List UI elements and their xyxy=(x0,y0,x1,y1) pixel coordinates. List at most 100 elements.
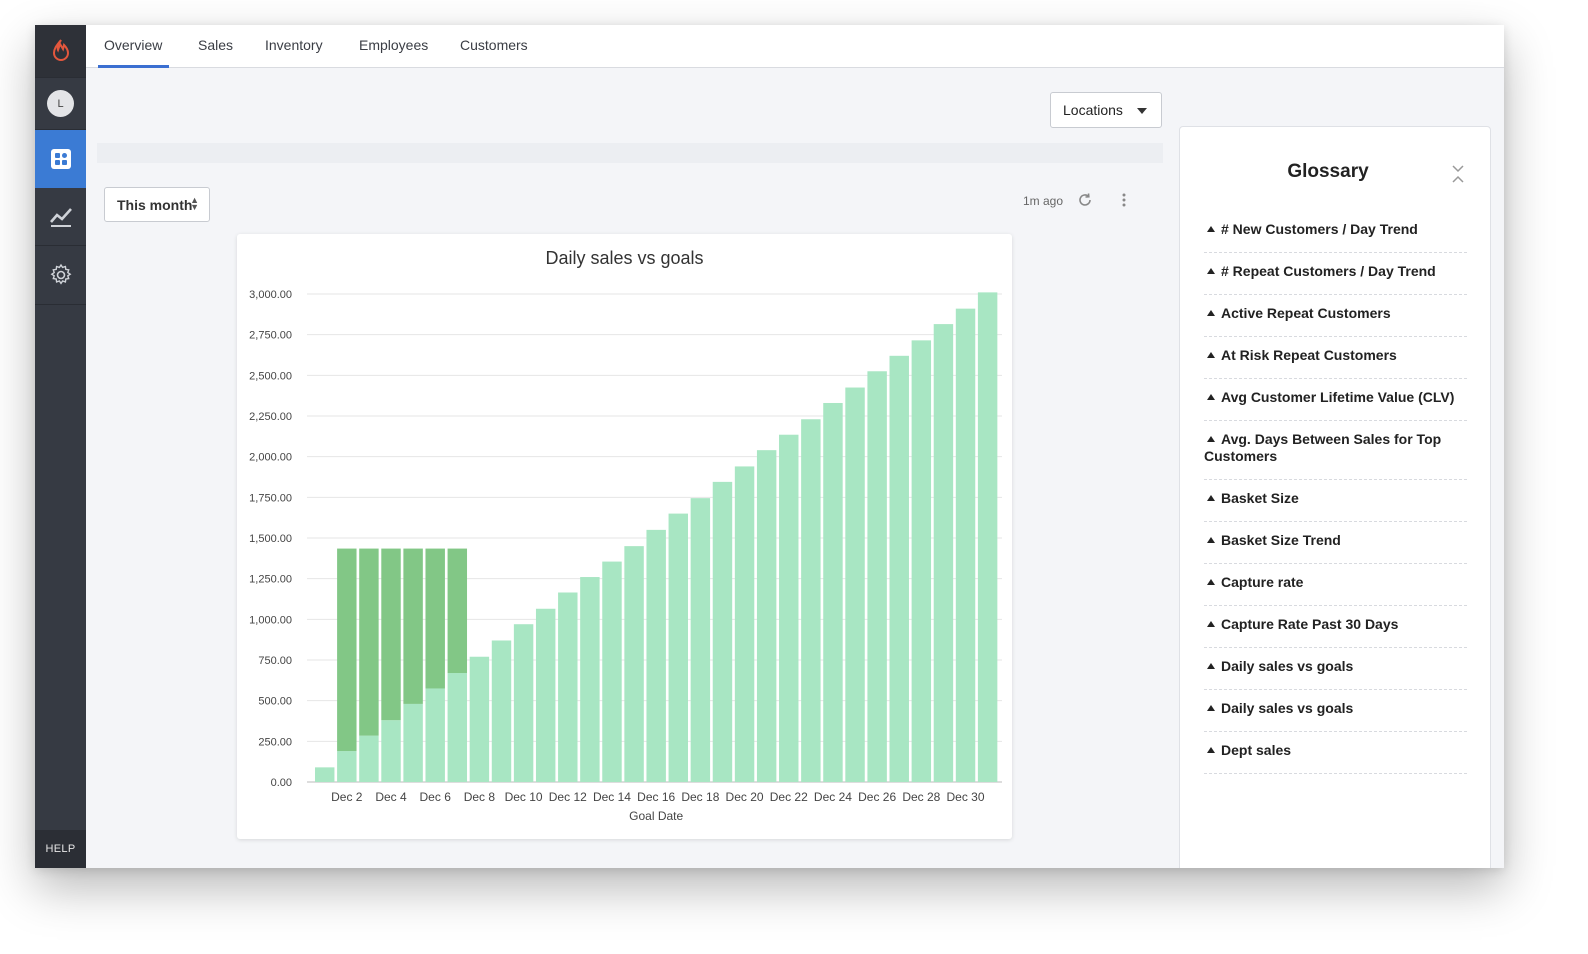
glossary-item[interactable]: # Repeat Customers / Day Trend xyxy=(1204,253,1467,295)
glossary-item[interactable]: Daily sales vs goals xyxy=(1204,648,1467,690)
glossary-item-label: At Risk Repeat Customers xyxy=(1221,347,1397,363)
x-axis-title: Goal Date xyxy=(629,809,683,823)
refresh-icon[interactable] xyxy=(1076,191,1094,209)
bar-actual xyxy=(381,720,401,782)
x-tick-label: Dec 12 xyxy=(549,790,587,804)
glossary-item[interactable]: Daily sales vs goals xyxy=(1204,690,1467,732)
y-tick-label: 500.00 xyxy=(258,696,292,708)
bar-goal-remaining xyxy=(425,548,445,689)
expand-arrow-icon xyxy=(1207,579,1215,586)
bar-actual xyxy=(977,292,998,782)
y-tick-label: 2,250.00 xyxy=(249,411,292,423)
glossary-item[interactable]: Active Repeat Customers xyxy=(1204,295,1467,337)
y-tick-label: 1,500.00 xyxy=(249,533,292,545)
bar-actual xyxy=(624,546,644,782)
sidebar-item-settings[interactable] xyxy=(35,246,86,305)
bar-actual xyxy=(867,371,887,782)
bar-actual xyxy=(801,419,821,782)
y-tick-label: 3,000.00 xyxy=(249,289,292,301)
bar-goal-remaining xyxy=(337,548,357,752)
bar-actual xyxy=(425,688,445,782)
glossary-item[interactable]: Avg Customer Lifetime Value (CLV) xyxy=(1204,379,1467,421)
locations-label: Locations xyxy=(1063,102,1123,118)
x-tick-label: Dec 30 xyxy=(947,790,985,804)
bar-actual xyxy=(315,767,335,782)
bar-actual xyxy=(403,703,423,782)
glossary-item[interactable]: Dept sales xyxy=(1204,732,1467,774)
glossary-item[interactable]: At Risk Repeat Customers xyxy=(1204,337,1467,379)
tab-inventory[interactable]: Inventory xyxy=(265,25,323,68)
bar-actual xyxy=(712,481,733,782)
glossary-item[interactable]: Capture rate xyxy=(1204,564,1467,606)
x-tick-label: Dec 24 xyxy=(814,790,852,804)
tab-overview[interactable]: Overview xyxy=(98,25,169,68)
chart-card: Daily sales vs goals 0.00 250.00 500.00 750… xyxy=(237,234,1012,839)
y-tick-label: 1,250.00 xyxy=(249,574,292,586)
glossary-item[interactable]: Basket Size xyxy=(1204,480,1467,522)
x-tick-label: Dec 10 xyxy=(505,790,543,804)
avatar: L xyxy=(47,90,74,117)
help-button[interactable]: HELP xyxy=(35,830,86,868)
expand-arrow-icon xyxy=(1207,310,1215,317)
glossary-item[interactable]: # New Customers / Day Trend xyxy=(1204,211,1467,253)
bar-actual xyxy=(823,402,843,782)
tab-employees[interactable]: Employees xyxy=(359,25,428,68)
bar-actual xyxy=(646,529,666,782)
glossary-title: Glossary xyxy=(1287,161,1369,182)
expand-arrow-icon xyxy=(1207,705,1215,712)
gear-icon xyxy=(50,263,71,285)
x-tick-label: Dec 22 xyxy=(770,790,808,804)
bar-goal-remaining xyxy=(403,548,423,704)
x-tick-label: Dec 28 xyxy=(902,790,940,804)
x-tick-label: Dec 2 xyxy=(331,790,363,804)
glossary-item-label: # Repeat Customers / Day Trend xyxy=(1221,263,1436,279)
glossary-item-label: Capture rate xyxy=(1221,574,1304,590)
expand-arrow-icon xyxy=(1207,537,1215,544)
bar-actual xyxy=(513,624,534,782)
brand-logo[interactable] xyxy=(35,25,86,78)
y-tick-label: 2,000.00 xyxy=(249,452,292,464)
sidebar: L HELP xyxy=(35,25,86,868)
glossary-item[interactable]: Capture Rate Past 30 Days xyxy=(1204,606,1467,648)
period-select[interactable]: This month ▲ ▼ xyxy=(104,187,210,222)
x-tick-label: Dec 14 xyxy=(593,790,631,804)
locations-dropdown[interactable]: Locations xyxy=(1050,92,1162,128)
bar-actual xyxy=(889,355,909,782)
bar-actual xyxy=(734,466,755,782)
glossary-item[interactable]: Basket Size Trend xyxy=(1204,522,1467,564)
sidebar-item-dashboard[interactable] xyxy=(35,130,86,188)
trend-chart-icon xyxy=(49,207,72,227)
top-navigation: Overview Sales Inventory Employees Custo… xyxy=(86,25,1504,68)
bar-actual xyxy=(558,592,578,782)
collapse-icon[interactable] xyxy=(1450,163,1466,185)
glossary-item[interactable]: Avg. Days Between Sales for Top Customer… xyxy=(1204,421,1467,480)
flame-icon xyxy=(52,39,69,61)
expand-arrow-icon xyxy=(1207,268,1215,275)
x-tick-label: Dec 18 xyxy=(681,790,719,804)
glossary-item-label: Basket Size Trend xyxy=(1221,532,1341,548)
glossary-item-label: Avg. Days Between Sales for Top Customer… xyxy=(1204,431,1442,464)
expand-arrow-icon xyxy=(1207,226,1215,233)
bar-actual xyxy=(668,513,688,782)
expand-arrow-icon xyxy=(1207,495,1215,502)
user-avatar-button[interactable]: L xyxy=(35,78,86,130)
sidebar-item-analytics[interactable] xyxy=(35,188,86,246)
glossary-item-label: Avg Customer Lifetime Value (CLV) xyxy=(1221,389,1455,405)
bar-actual xyxy=(469,656,490,782)
tab-customers[interactable]: Customers xyxy=(460,25,528,68)
glossary-item-label: Active Repeat Customers xyxy=(1221,305,1391,321)
more-options-icon[interactable] xyxy=(1118,191,1130,209)
caret-down-icon xyxy=(1137,108,1147,114)
bar-actual xyxy=(911,340,932,782)
y-tick-label: 2,750.00 xyxy=(249,330,292,342)
app-window: L HELP Overview Sales Inventory Employee… xyxy=(35,25,1504,868)
expand-arrow-icon xyxy=(1207,747,1215,754)
x-tick-label: Dec 6 xyxy=(420,790,452,804)
bar-actual xyxy=(756,450,777,782)
bar-actual xyxy=(580,577,600,782)
expand-arrow-icon xyxy=(1207,621,1215,628)
tab-sales[interactable]: Sales xyxy=(198,25,233,68)
dashboard-icon xyxy=(50,149,71,169)
x-tick-label: Dec 8 xyxy=(464,790,496,804)
glossary-panel: Glossary # New Customers / Day Trend # Re… xyxy=(1179,126,1491,868)
